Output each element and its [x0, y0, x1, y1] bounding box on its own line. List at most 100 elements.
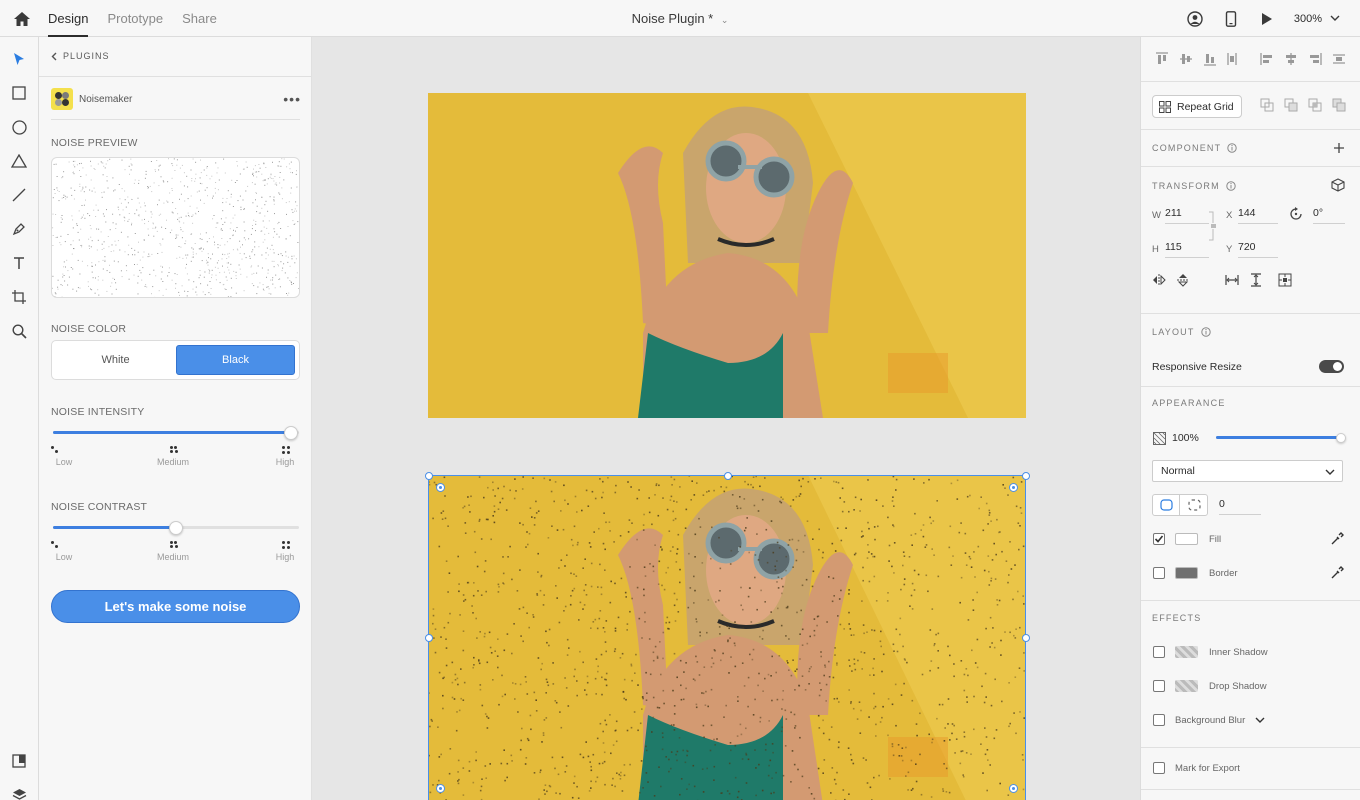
- design-canvas[interactable]: [312, 37, 1140, 800]
- blend-mode-select[interactable]: Normal: [1152, 460, 1343, 482]
- noise-color-white-button[interactable]: White: [56, 345, 175, 375]
- info-icon[interactable]: [1226, 181, 1236, 191]
- opacity-slider[interactable]: [1216, 431, 1346, 445]
- info-icon[interactable]: [1200, 327, 1211, 337]
- ellipse-icon[interactable]: [10, 118, 28, 136]
- noise-pixel: [158, 199, 160, 201]
- noise-pixel: [217, 267, 219, 269]
- pen-icon[interactable]: [10, 220, 28, 238]
- noise-pixel: [442, 694, 444, 697]
- noise-intensity-slider[interactable]: [53, 426, 299, 440]
- info-icon[interactable]: [1227, 143, 1238, 153]
- zoom-icon[interactable]: [10, 322, 28, 340]
- noise-pixel: [78, 239, 80, 241]
- noise-color-black-button[interactable]: Black: [176, 345, 295, 375]
- pin-icon[interactable]: [1278, 273, 1292, 287]
- assets-icon[interactable]: [10, 752, 28, 770]
- line-icon[interactable]: [10, 186, 28, 204]
- slider-knob[interactable]: [169, 521, 183, 535]
- zoom-chevron-icon[interactable]: [1330, 13, 1340, 25]
- eyedropper-icon[interactable]: [1330, 566, 1344, 580]
- document-title-text[interactable]: Noise Plugin *: [632, 11, 714, 26]
- height-field[interactable]: 115: [1165, 240, 1209, 258]
- rotation-field[interactable]: 0°: [1313, 206, 1345, 224]
- distribute-vertical-icon[interactable]: [1332, 52, 1346, 66]
- fixed-width-icon[interactable]: [1225, 273, 1239, 287]
- chevron-down-icon[interactable]: ⌄: [721, 15, 729, 25]
- responsive-resize-toggle[interactable]: [1319, 360, 1344, 373]
- select-icon[interactable]: [10, 50, 28, 68]
- align-bottom-icon[interactable]: [1203, 52, 1217, 66]
- per-corner-radius-icon[interactable]: [1181, 495, 1208, 515]
- drop-shadow-swatch[interactable]: [1175, 680, 1198, 692]
- boolean-subtract-icon[interactable]: [1284, 98, 1298, 112]
- width-field[interactable]: 211: [1165, 206, 1209, 224]
- tab-prototype[interactable]: Prototype: [107, 0, 163, 37]
- add-component-icon[interactable]: [1332, 141, 1346, 155]
- align-center-icon[interactable]: [1284, 52, 1298, 66]
- artboard-icon[interactable]: [10, 288, 28, 306]
- noise-pixel: [188, 215, 190, 216]
- mobile-preview-icon[interactable]: [1222, 10, 1240, 28]
- border-color-swatch[interactable]: [1175, 567, 1198, 579]
- 3d-transform-icon[interactable]: [1331, 178, 1345, 192]
- noise-pixel: [862, 579, 864, 582]
- user-icon[interactable]: [1186, 10, 1204, 28]
- make-noise-button[interactable]: Let's make some noise: [51, 590, 300, 623]
- boolean-intersect-icon[interactable]: [1308, 98, 1322, 112]
- fixed-height-icon[interactable]: [1249, 273, 1263, 287]
- align-middle-icon[interactable]: [1179, 52, 1193, 66]
- inner-shadow-swatch[interactable]: [1175, 646, 1198, 658]
- align-left-icon[interactable]: [1260, 52, 1274, 66]
- uniform-radius-icon[interactable]: [1153, 495, 1180, 515]
- tab-share[interactable]: Share: [182, 0, 217, 37]
- y-field[interactable]: 720: [1238, 240, 1278, 258]
- layers-icon[interactable]: [10, 786, 28, 800]
- more-options-icon[interactable]: •••: [283, 91, 301, 107]
- noise-pixel: [279, 182, 281, 184]
- noise-pixel: [55, 163, 57, 165]
- eyedropper-icon[interactable]: [1330, 532, 1344, 546]
- chevron-down-icon[interactable]: [1255, 716, 1265, 724]
- triangle-icon[interactable]: [10, 152, 28, 170]
- repeat-grid-button[interactable]: Repeat Grid: [1152, 95, 1242, 118]
- noise-pixel: [542, 604, 545, 606]
- noise-pixel: [716, 738, 718, 740]
- align-right-icon[interactable]: [1308, 52, 1322, 66]
- rectangle-icon[interactable]: [10, 84, 28, 102]
- distribute-icon[interactable]: [1225, 52, 1239, 66]
- noise-pixel: [734, 644, 736, 647]
- lock-aspect-icon[interactable]: [1209, 211, 1217, 241]
- tab-design[interactable]: Design: [48, 0, 89, 37]
- play-icon[interactable]: [1258, 10, 1276, 28]
- rotate-icon[interactable]: [1289, 207, 1303, 221]
- fill-checkbox[interactable]: [1153, 533, 1165, 545]
- flip-horizontal-icon[interactable]: [1152, 273, 1166, 287]
- noise-pixel: [62, 176, 64, 178]
- home-icon[interactable]: [12, 9, 32, 29]
- drop-shadow-checkbox[interactable]: [1153, 680, 1165, 692]
- align-top-icon[interactable]: [1155, 52, 1169, 66]
- boolean-add-icon[interactable]: [1260, 98, 1274, 112]
- x-field[interactable]: 144: [1238, 206, 1278, 224]
- mark-for-export-checkbox[interactable]: [1153, 762, 1165, 774]
- slider-knob[interactable]: [1336, 433, 1346, 443]
- background-blur-checkbox[interactable]: [1153, 714, 1165, 726]
- noise-pixel: [633, 711, 636, 713]
- slider-knob[interactable]: [284, 426, 298, 440]
- artboard-noise-image[interactable]: [428, 475, 1026, 800]
- noise-pixel: [501, 497, 504, 500]
- fill-color-swatch[interactable]: [1175, 533, 1198, 545]
- artboard-original-image[interactable]: [428, 93, 1026, 418]
- corner-radius-field[interactable]: 0: [1219, 497, 1261, 515]
- noise-pixel: [686, 788, 688, 790]
- noise-contrast-slider[interactable]: [53, 521, 299, 535]
- border-checkbox[interactable]: [1153, 567, 1165, 579]
- opacity-value[interactable]: 100%: [1172, 432, 1199, 444]
- zoom-level[interactable]: 300%: [1294, 13, 1322, 25]
- boolean-exclude-icon[interactable]: [1332, 98, 1346, 112]
- inner-shadow-checkbox[interactable]: [1153, 646, 1165, 658]
- flip-vertical-icon[interactable]: [1176, 273, 1190, 287]
- plugins-back-button[interactable]: PLUGINS: [51, 51, 110, 61]
- text-icon[interactable]: [10, 254, 28, 272]
